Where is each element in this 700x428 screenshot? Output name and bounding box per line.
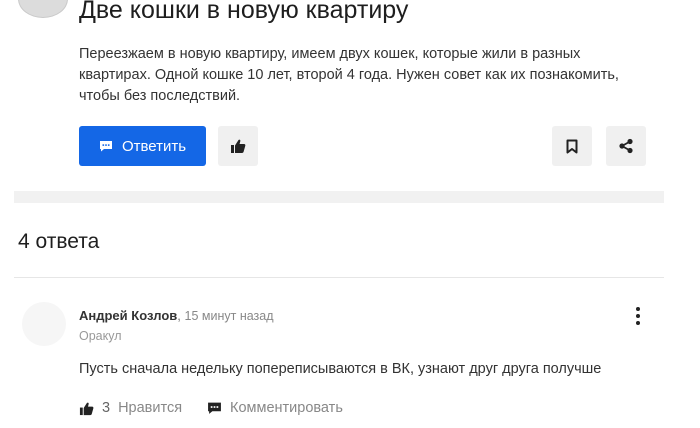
answer-button[interactable]: Ответить xyxy=(79,126,206,166)
answers-divider xyxy=(14,277,664,278)
like-label: Нравится xyxy=(118,400,183,416)
like-answer-button[interactable]: 3 Нравится xyxy=(79,400,182,416)
bookmark-icon xyxy=(566,139,578,153)
answer-author-role: Оракул xyxy=(79,329,122,343)
like-question-button[interactable] xyxy=(218,126,258,166)
comment-button[interactable]: Комментировать xyxy=(207,400,343,416)
question-text: Переезжаем в новую квартиру, имеем двух … xyxy=(79,46,619,104)
share-button[interactable] xyxy=(606,126,646,166)
answer-author-name[interactable]: Андрей Козлов xyxy=(79,308,177,323)
chat-bubble-icon xyxy=(99,141,112,152)
more-options-button[interactable] xyxy=(628,305,648,327)
share-icon xyxy=(619,138,633,154)
comment-icon xyxy=(208,402,221,414)
section-divider xyxy=(14,191,664,203)
bookmark-button[interactable] xyxy=(552,126,592,166)
thumbs-up-icon xyxy=(79,402,94,415)
answer-author-line: Андрей Козлов, 15 минут назад xyxy=(79,308,274,323)
comment-label: Комментировать xyxy=(230,400,343,416)
more-dot xyxy=(636,314,640,318)
more-dot xyxy=(636,307,640,311)
answers-count-heading: 4 ответа xyxy=(18,230,100,253)
author-separator: , xyxy=(177,308,181,323)
answer-author-avatar[interactable] xyxy=(22,302,66,346)
asker-avatar[interactable] xyxy=(18,0,68,18)
answer-time: 15 минут назад xyxy=(184,309,274,323)
answer-text: Пусть сначала недельку попереписываются … xyxy=(79,361,602,377)
question-title: Две кошки в новую квартиру xyxy=(79,0,409,24)
like-count: 3 xyxy=(102,400,111,416)
answer-button-label: Ответить xyxy=(121,137,187,155)
thumbs-up-icon xyxy=(231,139,246,153)
more-dot xyxy=(636,321,640,325)
